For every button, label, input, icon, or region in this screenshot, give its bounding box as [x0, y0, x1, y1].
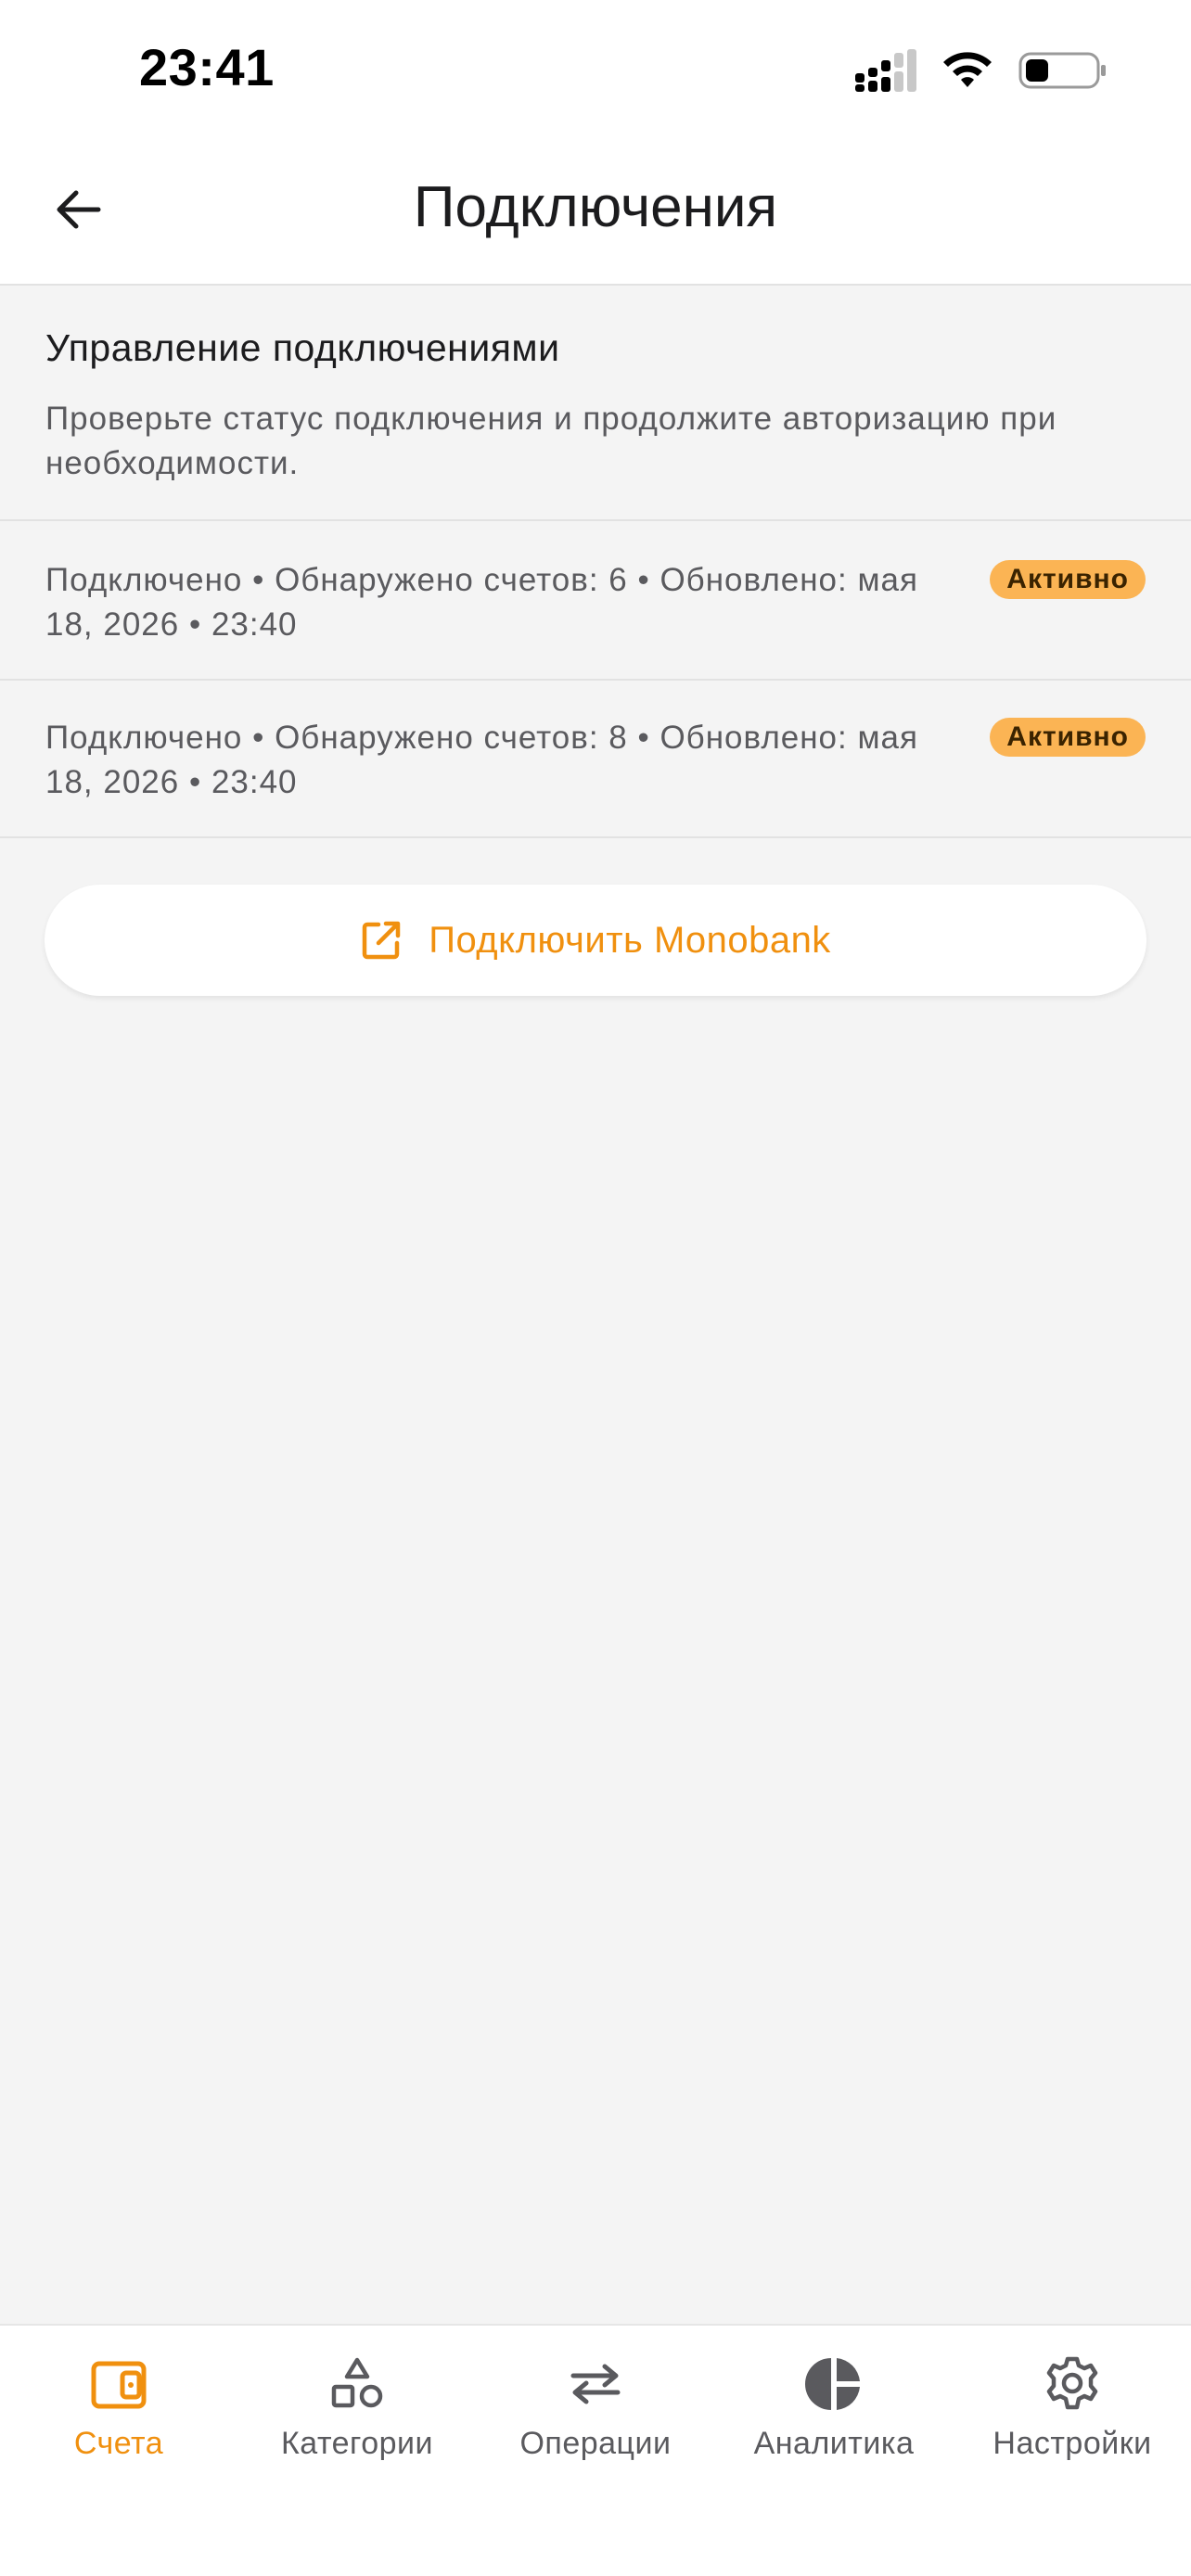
bottom-nav: Счета Категории Операции Аналитика Настр… — [0, 2324, 1191, 2576]
nav-label: Категории — [280, 2426, 434, 2461]
status-bar: 23:41 — [0, 0, 1191, 139]
nav-item-analytics[interactable]: Аналитика — [715, 2326, 953, 2474]
nav-item-accounts[interactable]: Счета — [0, 2326, 237, 2474]
connection-row[interactable]: Подключено • Обнаружено счетов: 6 • Обно… — [0, 523, 1191, 681]
status-time: 23:41 — [139, 38, 275, 96]
connect-button-label: Подключить Monobank — [429, 919, 831, 961]
nav-label: Аналитика — [753, 2426, 915, 2461]
intro-section: Управление подключениями Проверьте стату… — [0, 287, 1191, 521]
section-description: Проверьте статус подключения и продолжит… — [45, 401, 1057, 481]
nav-label: Счета — [73, 2426, 164, 2461]
nav-item-categories[interactable]: Категории — [238, 2326, 476, 2474]
gear-icon — [1042, 2353, 1103, 2415]
nav-label: Операции — [519, 2426, 672, 2461]
page-title: Подключения — [413, 175, 778, 239]
connection-row[interactable]: Подключено • Обнаружено счетов: 8 • Обно… — [0, 681, 1191, 838]
pie-chart-icon — [803, 2353, 864, 2415]
wallet-icon — [88, 2353, 149, 2415]
connection-info: Подключено • Обнаружено счетов: 8 • Обно… — [45, 720, 918, 800]
section-title: Управление подключениями — [45, 326, 560, 369]
nav-label: Настройки — [992, 2426, 1152, 2461]
battery-icon — [1018, 52, 1106, 89]
connection-info: Подключено • Обнаружено счетов: 6 • Обно… — [45, 562, 918, 643]
connect-monobank-button[interactable]: Подключить Monobank — [45, 885, 1146, 996]
status-badge: Активно — [990, 718, 1146, 757]
status-badge: Активно — [990, 560, 1146, 599]
wifi-icon — [943, 52, 992, 87]
nav-item-operations[interactable]: Операции — [477, 2326, 714, 2474]
app-header: Подключения — [0, 139, 1191, 286]
external-link-icon — [362, 921, 401, 960]
cellular-signal-icon — [855, 49, 916, 92]
screen: 23:41 Подключения Управление подключения… — [0, 0, 1191, 2576]
shapes-icon — [327, 2353, 388, 2415]
status-icons — [855, 45, 1108, 96]
transfer-arrows-icon — [565, 2353, 626, 2415]
nav-item-settings[interactable]: Настройки — [954, 2326, 1191, 2474]
